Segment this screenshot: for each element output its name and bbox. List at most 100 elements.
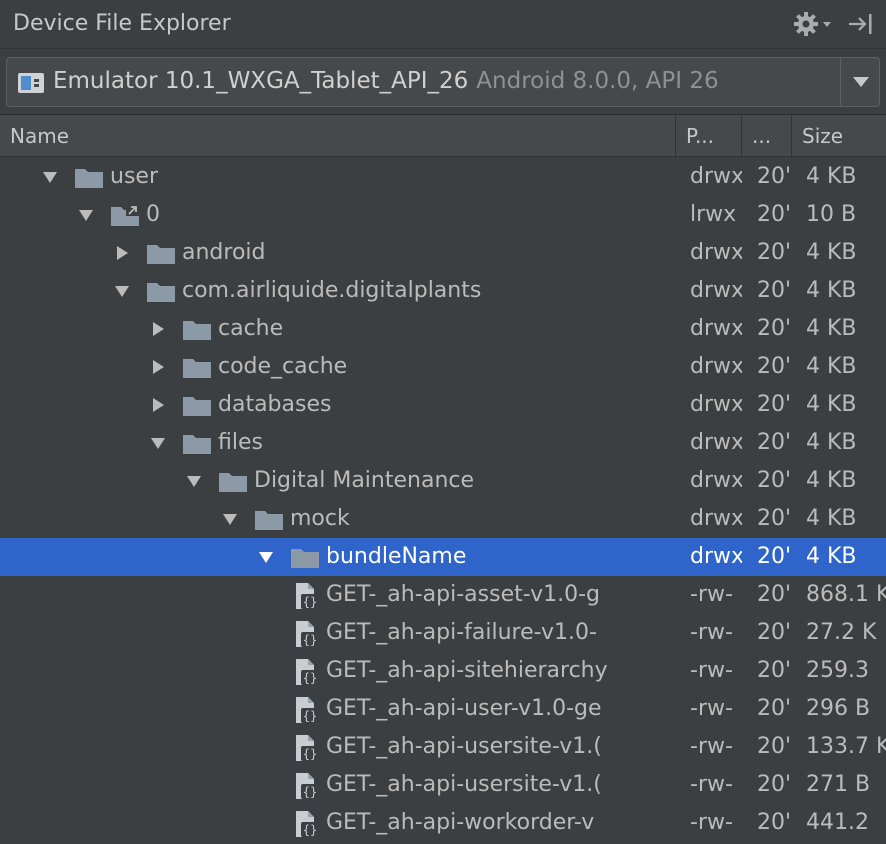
size-cell: 259.3 bbox=[806, 658, 869, 683]
device-selector[interactable]: Emulator 10.1_WXGA_Tablet_API_26 Android … bbox=[6, 57, 880, 107]
permissions-cell: drwx bbox=[690, 544, 742, 569]
tool-window-title: Device File Explorer bbox=[13, 11, 231, 36]
date-cell: 20' bbox=[757, 772, 792, 797]
folder-icon bbox=[146, 281, 176, 303]
collapsed-arrow-icon[interactable] bbox=[150, 359, 166, 375]
gear-icon[interactable] bbox=[793, 10, 837, 38]
permissions-cell: drwx bbox=[690, 240, 742, 265]
column-header-date[interactable]: ... bbox=[742, 115, 792, 157]
date-cell: 20' bbox=[757, 582, 792, 607]
date-cell: 20' bbox=[757, 468, 792, 493]
folder-icon bbox=[290, 547, 320, 569]
size-cell: 4 KB bbox=[806, 468, 857, 493]
expanded-arrow-icon[interactable] bbox=[78, 207, 94, 223]
permissions-cell: drwx bbox=[690, 164, 742, 189]
file-name: GET-_ah-api-sitehierarchy bbox=[326, 658, 608, 683]
size-cell: 4 KB bbox=[806, 316, 857, 341]
size-cell: 868.1 K bbox=[806, 582, 886, 607]
folder-row[interactable]: mock drwx 20' 4 KB bbox=[0, 500, 886, 538]
size-cell: 4 KB bbox=[806, 164, 857, 189]
json-file-icon: {} bbox=[292, 581, 320, 611]
svg-text:{}: {} bbox=[303, 633, 317, 647]
folder-row[interactable]: cache drwx 20' 4 KB bbox=[0, 310, 886, 348]
folder-row[interactable]: 0 lrwx 20' 10 B bbox=[0, 196, 886, 234]
date-cell: 20' bbox=[757, 354, 792, 379]
folder-row[interactable]: databases drwx 20' 4 KB bbox=[0, 386, 886, 424]
file-row[interactable]: {} GET-_ah-api-asset-v1.0-g -rw- 20' 868.1 K bbox=[0, 576, 886, 614]
json-file-icon: {} bbox=[292, 809, 320, 839]
permissions-cell: drwx bbox=[690, 354, 742, 379]
collapsed-arrow-icon[interactable] bbox=[150, 397, 166, 413]
json-file-icon: {} bbox=[292, 771, 320, 801]
collapsed-arrow-icon[interactable] bbox=[114, 245, 130, 261]
size-cell: 4 KB bbox=[806, 544, 857, 569]
folder-icon bbox=[182, 357, 212, 379]
permissions-cell: drwx bbox=[690, 506, 742, 531]
date-cell: 20' bbox=[757, 278, 792, 303]
folder-icon bbox=[146, 243, 176, 265]
file-name: GET-_ah-api-user-v1.0-ge bbox=[326, 696, 602, 721]
expanded-arrow-icon[interactable] bbox=[186, 473, 202, 489]
date-cell: 20' bbox=[757, 734, 792, 759]
folder-row[interactable]: files drwx 20' 4 KB bbox=[0, 424, 886, 462]
symlink-folder-icon bbox=[110, 205, 140, 227]
file-name: code_cache bbox=[218, 354, 348, 379]
file-row[interactable]: {} GET-_ah-api-workorder-v -rw- 20' 441.2 bbox=[0, 804, 886, 842]
size-cell: 271 B bbox=[806, 772, 871, 797]
file-tree: user drwx 20' 4 KB 0 lrwx 20' 10 B android drwx 20… bbox=[0, 158, 886, 844]
folder-icon bbox=[182, 395, 212, 417]
file-row[interactable]: {} GET-_ah-api-usersite-v1.(-rw- 20' 271 B bbox=[0, 766, 886, 804]
permissions-cell: drwx bbox=[690, 392, 742, 417]
permissions-cell: -rw- bbox=[690, 582, 733, 607]
file-name: bundleName bbox=[326, 544, 467, 569]
svg-text:{}: {} bbox=[303, 595, 317, 609]
collapsed-arrow-icon[interactable] bbox=[150, 321, 166, 337]
folder-row[interactable]: android drwx 20' 4 KB bbox=[0, 234, 886, 272]
expanded-arrow-icon[interactable] bbox=[114, 283, 130, 299]
folder-row[interactable]: user drwx 20' 4 KB bbox=[0, 158, 886, 196]
expanded-arrow-icon[interactable] bbox=[150, 435, 166, 451]
file-row[interactable]: {} GET-_ah-api-sitehierarchy -rw- 20' 259.3 bbox=[0, 652, 886, 690]
file-name: GET-_ah-api-usersite-v1.( bbox=[326, 734, 602, 759]
date-cell: 20' bbox=[757, 658, 792, 683]
file-name: GET-_ah-api-usersite-v1.( bbox=[326, 772, 602, 797]
date-cell: 20' bbox=[757, 620, 792, 645]
hide-panel-icon[interactable] bbox=[847, 10, 877, 38]
folder-row[interactable]: Digital Maintenance drwx 20' 4 KB bbox=[0, 462, 886, 500]
device-detail: Android 8.0.0, API 26 bbox=[476, 68, 719, 94]
date-cell: 20' bbox=[757, 392, 792, 417]
file-name: databases bbox=[218, 392, 332, 417]
expanded-arrow-icon[interactable] bbox=[258, 549, 274, 565]
expanded-arrow-icon[interactable] bbox=[222, 511, 238, 527]
file-name: GET-_ah-api-workorder-v bbox=[326, 810, 595, 835]
permissions-cell: -rw- bbox=[690, 734, 733, 759]
json-file-icon: {} bbox=[292, 733, 320, 763]
json-file-icon: {} bbox=[292, 619, 320, 649]
tool-window-header: Device File Explorer bbox=[0, 0, 886, 49]
file-name: 0 bbox=[146, 202, 160, 227]
json-file-icon: {} bbox=[292, 657, 320, 687]
date-cell: 20' bbox=[757, 202, 792, 227]
expanded-arrow-icon[interactable] bbox=[42, 169, 58, 185]
date-cell: 20' bbox=[757, 810, 792, 835]
size-cell: 10 B bbox=[806, 202, 857, 227]
permissions-cell: -rw- bbox=[690, 658, 733, 683]
size-cell: 27.2 K bbox=[806, 620, 877, 645]
folder-row[interactable]: com.airliquide.digitalplants drwx 20' 4 KB bbox=[0, 272, 886, 310]
file-row[interactable]: {} GET-_ah-api-failure-v1.0- -rw- 20' 27.2 K bbox=[0, 614, 886, 652]
permissions-cell: -rw- bbox=[690, 620, 733, 645]
file-row[interactable]: {} GET-_ah-api-user-v1.0-ge -rw- 20' 296 B bbox=[0, 690, 886, 728]
size-cell: 4 KB bbox=[806, 278, 857, 303]
column-header-size[interactable]: Size bbox=[792, 115, 886, 157]
size-cell: 4 KB bbox=[806, 240, 857, 265]
chevron-down-icon[interactable] bbox=[850, 74, 872, 90]
file-name: mock bbox=[290, 506, 350, 531]
size-cell: 4 KB bbox=[806, 354, 857, 379]
size-cell: 296 B bbox=[806, 696, 871, 721]
column-header-name[interactable]: Name bbox=[0, 115, 676, 157]
table-header: Name P... ... Size bbox=[0, 115, 886, 157]
file-row[interactable]: {} GET-_ah-api-usersite-v1.(-rw- 20' 133.7 … bbox=[0, 728, 886, 766]
column-header-permissions[interactable]: P... bbox=[676, 115, 742, 157]
folder-row[interactable]: code_cache drwx 20' 4 KB bbox=[0, 348, 886, 386]
folder-row[interactable]: bundleName drwx 20' 4 KB bbox=[0, 538, 886, 576]
